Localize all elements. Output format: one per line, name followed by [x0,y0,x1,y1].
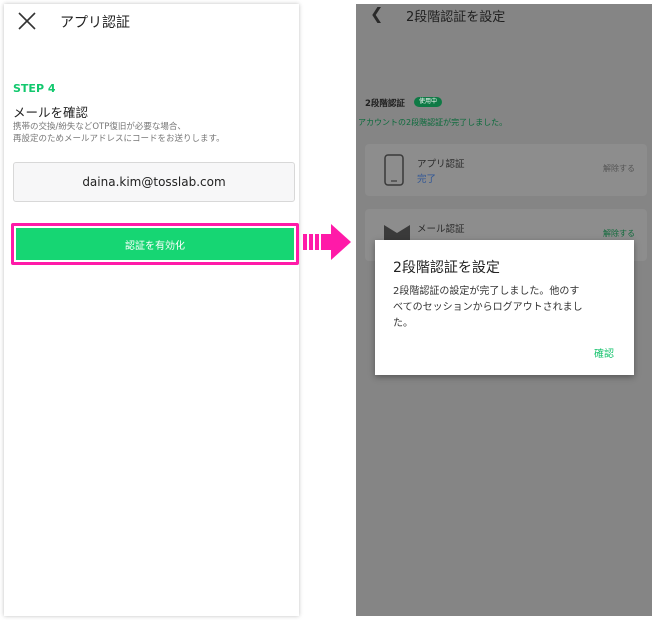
dialog-body-line: た。 [393,318,413,329]
step-heading: メールを確認 [13,105,89,120]
method-name: メール認証 [417,224,465,235]
phone-icon [384,154,404,186]
description-line: 携帯の交換/紛失などOTP復旧が必要な場合、 [13,122,186,132]
complete-message: アカウントの2段階認証が完了しました。 [358,118,508,127]
step-label: STEP 4 [13,82,56,95]
dialog-body: 2段階認証の設定が完了しました。他のす べてのセッションからログアウトされまし … [393,284,621,332]
app-auth-screen: アプリ認証 STEP 4 メールを確認 携帯の交換/紛失などOTP復旧が必要な場… [4,4,299,616]
completion-dialog: 2段階認証を設定 2段階認証の設定が完了しました。他のす べてのセッションからロ… [375,240,634,375]
method-name: アプリ認証 [417,159,465,170]
status-badge: 使用中 [414,97,443,107]
enable-auth-button[interactable]: 認証を有効化 [16,228,294,260]
disable-button[interactable]: 解除する [603,228,635,239]
section-title: 2段階認証 [365,99,405,109]
disable-button[interactable]: 解除する [603,163,635,174]
screen-title: 2段階認証を設定 [406,10,506,25]
confirm-button[interactable]: 確認 [594,345,614,360]
method-card-app: アプリ認証 完了 解除する [365,144,647,196]
dialog-body-line: べてのセッションからログアウトされまし [393,302,583,313]
highlight-box: 認証を有効化 [11,223,299,265]
dialog-title: 2段階認証を設定 [393,260,500,276]
dialog-body-line: 2段階認証の設定が完了しました。他のす [393,286,580,297]
screen-title: アプリ認証 [60,15,130,31]
close-icon[interactable] [16,10,38,32]
method-status: 完了 [417,174,437,185]
description-line: 再設定のためメールアドレスにコードをお送りします。 [13,134,225,144]
email-field[interactable]: daina.kim@tosslab.com [13,162,295,202]
step-description: 携帯の交換/紛失などOTP復旧が必要な場合、 再設定のためメールアドレスにコード… [13,121,293,145]
arrow-right-icon [303,224,351,260]
back-arrow-icon[interactable]: ❮ [370,4,383,23]
